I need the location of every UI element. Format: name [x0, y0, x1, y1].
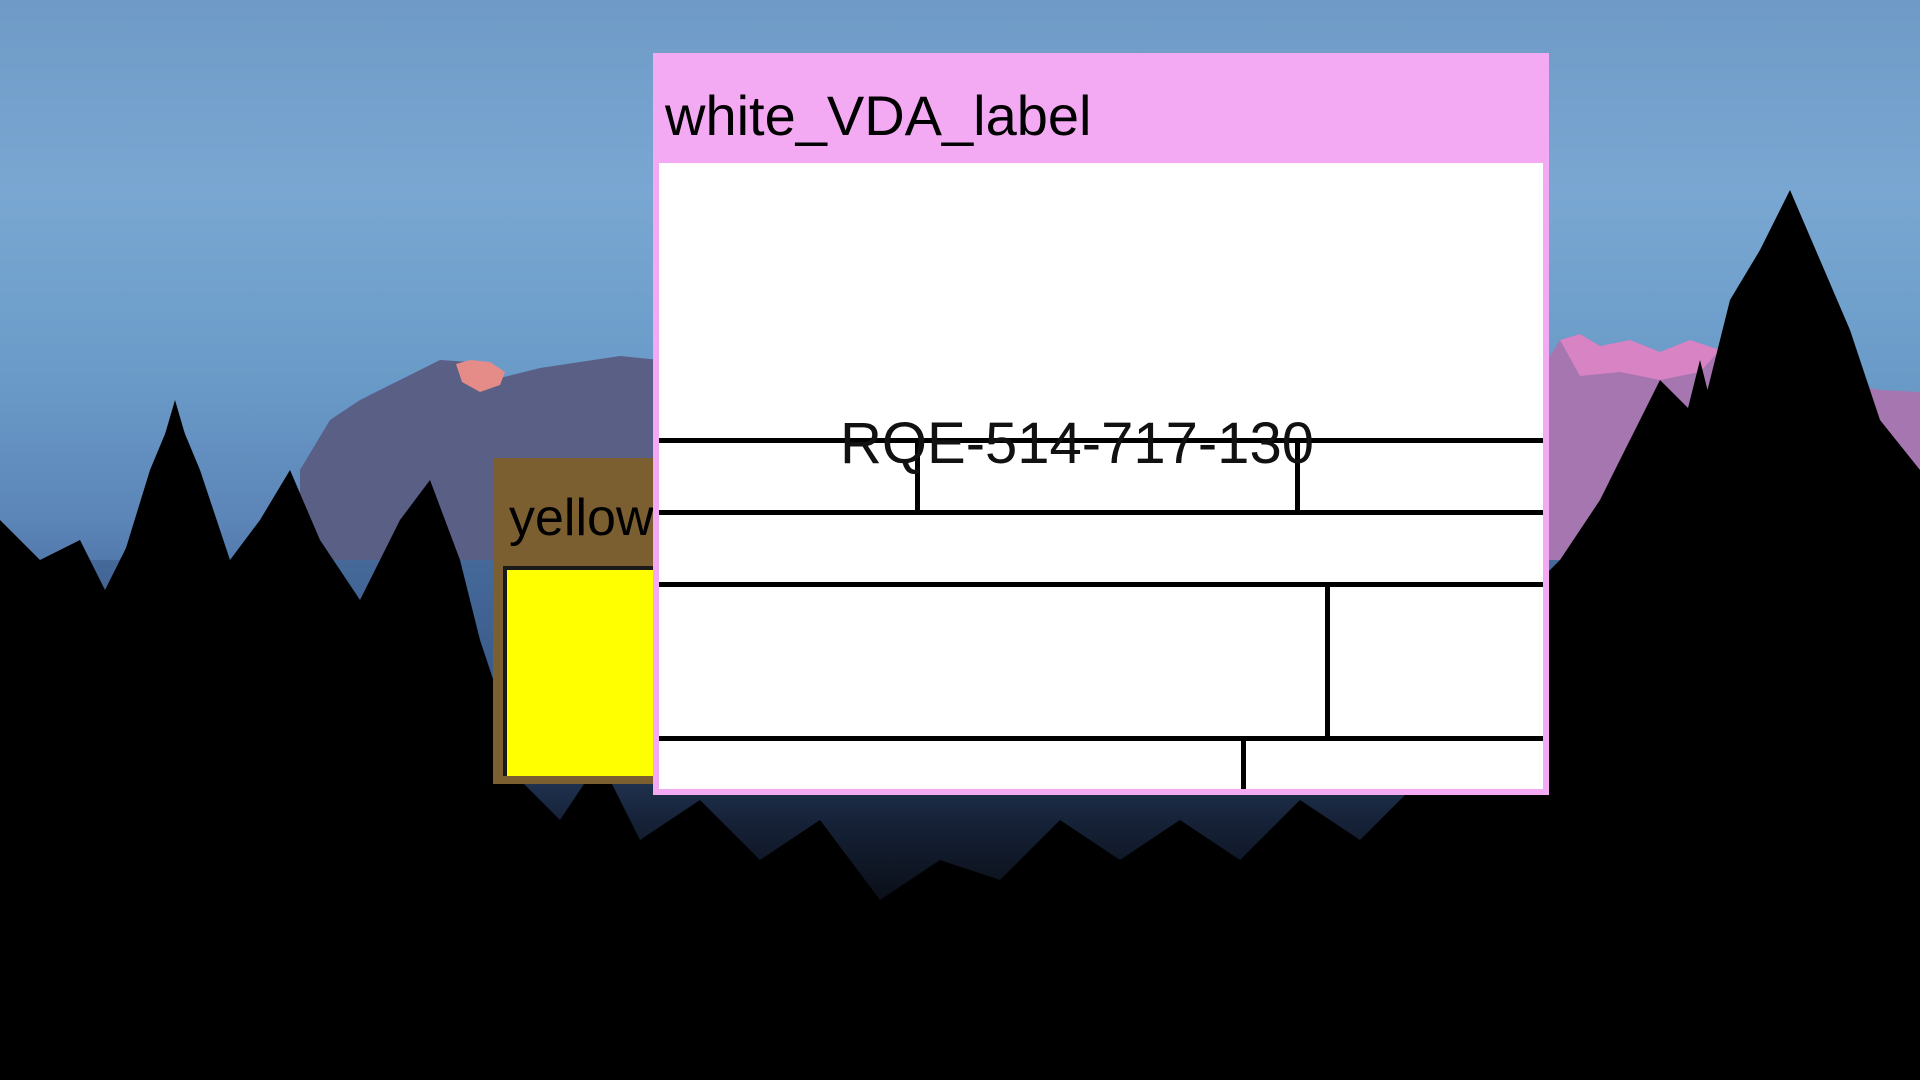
vda-label-body[interactable]: RQE-514-717-130	[659, 163, 1543, 789]
label-divider	[1325, 582, 1330, 736]
label-divider	[659, 736, 1543, 741]
label-divider	[659, 582, 1543, 587]
label-divider	[1241, 736, 1246, 789]
white-vda-label-window[interactable]: white_VDA_label RQE-514-717-130	[653, 53, 1549, 795]
label-divider	[659, 510, 1543, 515]
yellow-window-title[interactable]: yellow	[509, 488, 654, 548]
vda-label-code: RQE-514-717-130	[840, 411, 1314, 476]
desktop-background: yellow white_VDA_label RQE-514-717-130	[0, 0, 1920, 1080]
white-window-title[interactable]: white_VDA_label	[665, 83, 1091, 148]
